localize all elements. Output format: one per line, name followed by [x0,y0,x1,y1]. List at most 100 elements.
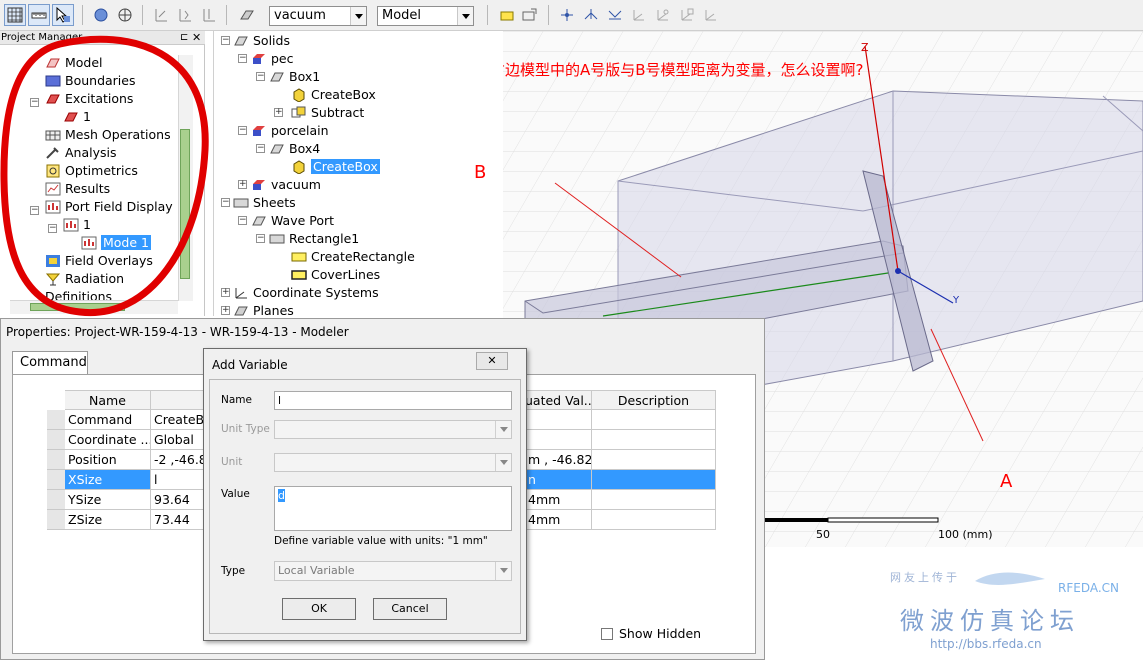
cell-name: Coordinate ... [65,430,151,450]
mode-combo[interactable]: Model [377,6,474,26]
expand-coordinate-systems[interactable]: + [221,288,230,297]
cell-value[interactable]: -2 ,-46.82... [151,450,207,470]
select-pointer-icon[interactable] [52,4,74,26]
cell-value-editing[interactable]: l [151,470,207,490]
cell-name: Position [65,450,151,470]
cell-evaluated [525,410,592,430]
axis-xz-icon[interactable] [604,4,626,26]
tree-item-vacuum[interactable]: vacuum [251,176,321,194]
tree-item-label: pec [271,51,294,66]
dialog-close-button[interactable]: ✕ [476,352,508,370]
grid-icon[interactable] [4,4,26,26]
sheets-icon [233,196,249,210]
axis-xy-icon[interactable] [556,4,578,26]
cell-value[interactable]: Global [151,430,207,450]
header-name[interactable]: Name [65,390,151,410]
ruler-icon[interactable] [28,4,50,26]
tree-item-sheets[interactable]: Sheets [233,194,296,212]
tree-item-coordinate-systems[interactable]: Coordinate Systems [233,284,379,302]
chevron-down-icon[interactable] [350,7,366,25]
name-input[interactable]: l [274,391,512,410]
type-select-value: Local Variable [278,564,355,577]
collapse-rectangle1[interactable]: − [256,234,265,243]
tree-item-wave-port[interactable]: Wave Port [251,212,334,230]
tree-item-rectangle1[interactable]: Rectangle1 [269,230,359,248]
ok-button[interactable]: OK [282,598,356,620]
collapse-porcelain[interactable]: − [238,126,247,135]
expand-vacuum[interactable]: + [238,180,247,189]
cell-description [592,410,716,430]
cell-value[interactable]: CreateBo [151,410,207,430]
tree-item-label: Sheets [253,195,296,210]
type-select[interactable]: Local Variable [274,561,512,581]
tree-item-label: CreateRectangle [311,249,415,264]
unit-select[interactable] [274,453,512,472]
collapse-solids[interactable]: − [221,36,230,45]
collapse-box4[interactable]: − [256,144,265,153]
value-text-selected: d [278,489,285,502]
tree-item-coverlines[interactable]: CoverLines [291,266,380,284]
header-value[interactable] [151,390,207,410]
tree-item-createbox-2[interactable]: CreateBox [291,158,380,176]
coordinate-system-icon[interactable] [628,4,650,26]
red-circle-annotation [0,35,209,317]
tree-item-createbox-1[interactable]: CreateBox [291,86,376,104]
mode-combo-value: Model [382,8,422,23]
show-hidden-checkbox[interactable]: Show Hidden [601,626,701,641]
axis-yz-icon[interactable] [580,4,602,26]
cell-description [592,510,716,530]
expand-planes[interactable]: + [221,306,230,315]
unit-type-select[interactable] [274,420,512,439]
move-icon[interactable] [150,4,172,26]
cell-value[interactable]: 93.64 [151,490,207,510]
draw-object-icon[interactable] [90,4,112,26]
tree-item-porcelain[interactable]: porcelain [251,122,329,140]
rotate-icon[interactable] [174,4,196,26]
tree-item-label: Box1 [289,69,321,84]
units-hint: Define variable value with units: "1 mm" [274,535,488,547]
tree-item-createrectangle[interactable]: CreateRectangle [291,248,415,266]
collapse-box1[interactable]: − [256,72,265,81]
face-cs-icon[interactable] [676,4,698,26]
header-description[interactable]: Description [592,390,716,410]
tab-command[interactable]: Command [12,351,88,375]
material-combo[interactable]: vacuum [269,6,367,26]
chevron-down-icon[interactable] [495,454,511,471]
name-label: Name [221,394,252,406]
tree-item-box4[interactable]: Box4 [269,140,320,158]
tree-item-box1[interactable]: Box1 [269,68,320,86]
planes-icon [233,304,249,318]
tree-item-label: vacuum [271,177,321,192]
chevron-down-icon[interactable] [495,421,511,438]
material-icon[interactable] [114,4,136,26]
annotation-question: 我现在想设右边模型中的A号版与B号模型距离为变量，怎么设置啊? [503,61,864,79]
relative-cs-icon[interactable] [652,4,674,26]
header-evaluated-value[interactable]: uated Val... [525,390,592,410]
annotation-label-a: A [1000,471,1013,492]
mirror-icon[interactable] [198,4,220,26]
chevron-down-icon[interactable] [457,7,473,25]
collapse-sheets[interactable]: − [221,198,230,207]
tree-item-subtract[interactable]: Subtract [291,104,364,122]
unit-label: Unit [221,456,243,468]
chevron-down-icon[interactable] [495,562,511,580]
edge-select-icon[interactable] [518,4,540,26]
checkbox-icon[interactable] [601,628,613,640]
sheet-icon[interactable] [236,4,258,26]
close-icon: ✕ [487,354,497,367]
forum-watermark: 网友上传于 RFEDA.CN 微波仿真论坛 http://bbs.rfeda.c… [880,565,1130,655]
coordinate-system-icon [233,286,249,300]
tree-item-solids[interactable]: Solids [233,32,290,50]
cancel-button[interactable]: Cancel [373,598,447,620]
collapse-pec[interactable]: − [238,54,247,63]
collapse-wave-port[interactable]: − [238,216,247,225]
axis-z-label: Z [861,41,869,54]
expand-subtract[interactable]: + [274,108,283,117]
cell-value[interactable]: 73.44 [151,510,207,530]
face-select-icon[interactable] [496,4,518,26]
tree-item-label: CoverLines [311,267,381,282]
value-input[interactable]: d [274,486,512,531]
tree-item-pec[interactable]: pec [251,50,294,68]
object-cs-icon[interactable] [700,4,722,26]
cell-name: XSize [65,470,151,490]
